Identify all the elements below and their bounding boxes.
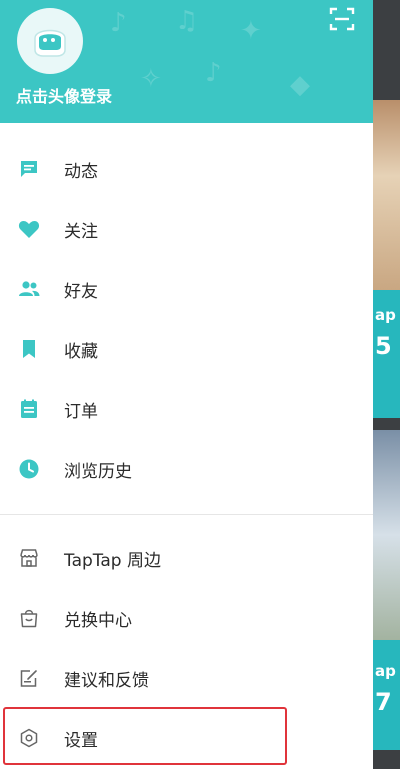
menu-label: 收藏 bbox=[64, 341, 98, 362]
menu-item-exchange-center[interactable]: 兑换中心 bbox=[0, 588, 373, 648]
background-card-text: ap bbox=[375, 662, 396, 680]
navigation-drawer: ♪ ♫ ✦ ♪ ◆ ✧ 点击头像登录 动态 关注 好友 收藏 订单 浏览历史 T… bbox=[0, 0, 373, 769]
menu-label: 订单 bbox=[64, 401, 98, 422]
settings-highlight-box bbox=[3, 707, 287, 765]
drawer-header: ♪ ♫ ✦ ♪ ◆ ✧ 点击头像登录 bbox=[0, 0, 373, 123]
order-clipboard-icon bbox=[18, 398, 40, 420]
menu-item-orders[interactable]: 订单 bbox=[0, 379, 373, 439]
feedback-edit-icon bbox=[18, 667, 40, 689]
decor-icon: ✦ bbox=[240, 16, 262, 46]
store-icon bbox=[18, 547, 40, 569]
menu-item-taptap-merch[interactable]: TapTap 周边 bbox=[0, 528, 373, 588]
decor-icon: ♪ bbox=[110, 8, 127, 38]
menu-label: TapTap 周边 bbox=[64, 550, 161, 571]
background-card-number: 5 bbox=[375, 332, 392, 360]
shopping-bag-icon bbox=[18, 607, 40, 629]
menu-divider bbox=[0, 514, 373, 515]
menu-item-dynamic[interactable]: 动态 bbox=[0, 139, 373, 199]
friends-icon bbox=[18, 278, 40, 300]
bookmark-icon bbox=[18, 338, 40, 360]
background-card-image bbox=[373, 100, 400, 290]
default-avatar-icon bbox=[34, 29, 66, 57]
menu-label: 浏览历史 bbox=[64, 461, 132, 482]
menu-item-follow[interactable]: 关注 bbox=[0, 199, 373, 259]
background-card-number: 7 bbox=[375, 688, 392, 716]
login-prompt[interactable]: 点击头像登录 bbox=[16, 83, 112, 107]
clock-icon bbox=[18, 458, 40, 480]
menu-label: 关注 bbox=[64, 221, 98, 242]
menu-item-history[interactable]: 浏览历史 bbox=[0, 439, 373, 499]
menu-item-friends[interactable]: 好友 bbox=[0, 259, 373, 319]
decor-icon: ♪ bbox=[205, 58, 222, 88]
decor-icon: ◆ bbox=[290, 70, 310, 100]
avatar[interactable] bbox=[17, 8, 83, 74]
scan-qr-button[interactable] bbox=[329, 6, 355, 32]
decor-icon: ✧ bbox=[140, 64, 162, 94]
menu-label: 兑换中心 bbox=[64, 610, 132, 631]
chat-bubble-icon bbox=[18, 158, 40, 180]
background-card-text: ap bbox=[375, 306, 396, 324]
menu-item-favorites[interactable]: 收藏 bbox=[0, 319, 373, 379]
menu-label: 建议和反馈 bbox=[64, 670, 149, 691]
menu-label: 动态 bbox=[64, 161, 98, 182]
heart-icon bbox=[18, 218, 40, 240]
decor-icon: ♫ bbox=[175, 6, 199, 36]
menu-item-feedback[interactable]: 建议和反馈 bbox=[0, 648, 373, 708]
background-card-image bbox=[373, 430, 400, 640]
menu-label: 好友 bbox=[64, 281, 98, 302]
scan-icon bbox=[329, 7, 355, 31]
